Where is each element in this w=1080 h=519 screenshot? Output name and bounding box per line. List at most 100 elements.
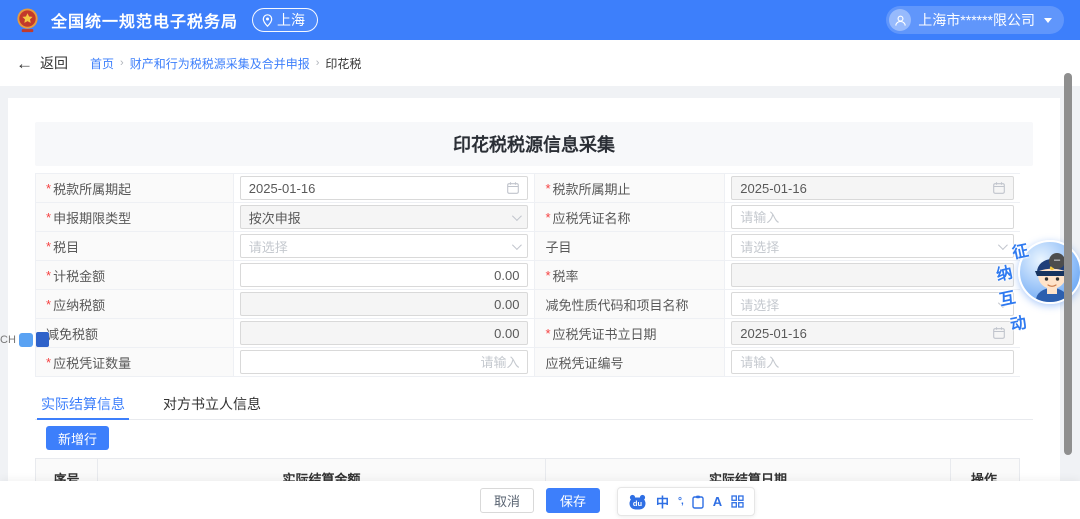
- app-title: 全国统一规范电子税务局: [51, 8, 238, 32]
- label-text: 应税凭证数量: [53, 353, 131, 372]
- voucher-quantity-input[interactable]: [249, 351, 520, 373]
- back-button[interactable]: 返回: [40, 53, 68, 73]
- chevron-down-icon: [1044, 18, 1052, 23]
- save-button[interactable]: 保存: [546, 488, 600, 513]
- detail-tabs: 实际结算信息 对方书立人信息: [35, 388, 1033, 420]
- field-cell: [234, 261, 536, 289]
- field-cell: 2025-01-16: [725, 174, 1020, 202]
- ime-voice-icon[interactable]: °,: [678, 496, 683, 507]
- chevron-down-icon: [512, 211, 522, 221]
- required-marker: *: [545, 210, 550, 225]
- ime-keyboard-icon[interactable]: [19, 333, 33, 347]
- select-placeholder: 请选择: [740, 295, 779, 314]
- ime-clipboard-icon[interactable]: [692, 495, 704, 509]
- form-row: *应税凭证数量 应税凭证编号: [36, 348, 1020, 377]
- back-arrow-icon[interactable]: ←: [16, 55, 33, 72]
- tab-actual-settlement-info[interactable]: 实际结算信息: [41, 388, 125, 419]
- field-cell: [234, 348, 536, 376]
- tax-rate-field: [731, 263, 1014, 287]
- page-root: 全国统一规范电子税务局 上海 上海市******限公司 ← 返回 首页: [0, 0, 1080, 519]
- field-cell: 2025-01-16: [234, 174, 536, 202]
- select-value: 按次申报: [249, 208, 301, 227]
- user-account-menu[interactable]: 上海市******限公司: [886, 6, 1064, 34]
- field-value: 0.00: [494, 297, 519, 312]
- required-marker: *: [46, 297, 51, 312]
- reduction-amount-field: 0.00: [240, 321, 529, 345]
- svg-text:du: du: [633, 499, 643, 508]
- field-cell: 请选择: [725, 232, 1020, 260]
- form-row: *申报期限类型 按次申报 *应税凭证名称: [36, 203, 1020, 232]
- voucher-number-input[interactable]: [740, 351, 1005, 373]
- breadcrumb-separator: ›: [120, 57, 124, 69]
- label-text: 减免性质代码和项目名称: [545, 295, 688, 314]
- label-text: 应税凭证名称: [553, 208, 631, 227]
- field-label-tax-rate: *税率: [535, 261, 725, 289]
- title-band: 印花税税源信息采集: [35, 122, 1033, 166]
- tax-payable-field: 0.00: [240, 292, 529, 316]
- ime-grid-icon[interactable]: [731, 495, 744, 508]
- reduction-code-select[interactable]: 请选择: [731, 292, 1014, 316]
- assistant-minimize-button[interactable]: –: [1049, 253, 1065, 269]
- field-label-reduction-amount: 减免税额: [36, 319, 234, 347]
- filing-period-type-select: 按次申报: [240, 205, 529, 229]
- chevron-down-icon: [512, 240, 522, 250]
- required-marker: *: [545, 268, 550, 283]
- field-label-voucher-date: *应税凭证书立日期: [535, 319, 725, 347]
- tax-period-start-datepicker[interactable]: 2025-01-16: [240, 176, 529, 200]
- ime-chinese-mode-icon[interactable]: 中: [656, 492, 669, 511]
- location-label: 上海: [277, 10, 305, 30]
- calendar-icon: [507, 182, 519, 194]
- field-label-voucher-name: *应税凭证名称: [535, 203, 725, 231]
- label-text: 应税凭证书立日期: [553, 324, 657, 343]
- field-cell: 0.00: [234, 319, 536, 347]
- tax-period-end-datepicker: 2025-01-16: [731, 176, 1014, 200]
- ime-mode-icon[interactable]: [36, 332, 49, 347]
- required-marker: *: [46, 210, 51, 225]
- breadcrumb-bar: ← 返回 首页 › 财产和行为税税源采集及合并申报 › 印花税: [0, 40, 1080, 86]
- field-label-tax-item: *税目: [36, 232, 234, 260]
- ime-logo-icon[interactable]: du: [628, 494, 647, 510]
- voucher-quantity-field-wrap: [240, 350, 529, 374]
- tab-counterparty-writer-info[interactable]: 对方书立人信息: [163, 388, 261, 419]
- taxable-amount-field-wrap: [240, 263, 529, 287]
- assistant-label-char: 动: [1008, 309, 1029, 336]
- label-text: 申报期限类型: [53, 208, 131, 227]
- field-label-tax-period-start: *税款所属期起: [36, 174, 234, 202]
- form-row: *税款所属期起 2025-01-16 *税款所属期止 2025-01-16: [36, 174, 1020, 203]
- select-placeholder: 请选择: [249, 237, 288, 256]
- ime-font-icon[interactable]: A: [713, 494, 722, 509]
- taxable-amount-input[interactable]: [249, 264, 520, 286]
- sub-item-select[interactable]: 请选择: [731, 234, 1014, 258]
- voucher-name-input[interactable]: [740, 206, 1005, 228]
- main-card: 印花税税源信息采集 *税款所属期起 2025-01-16 *税款所属期止 202…: [8, 98, 1060, 519]
- form-row: *计税金额 *税率: [36, 261, 1020, 290]
- location-switcher[interactable]: 上海: [252, 8, 318, 32]
- field-label-tax-period-end: *税款所属期止: [535, 174, 725, 202]
- ime-language-label: CH: [0, 334, 16, 346]
- breadcrumb: 首页 › 财产和行为税税源采集及合并申报 › 印花税: [90, 55, 361, 72]
- required-marker: *: [46, 239, 51, 254]
- breadcrumb-home[interactable]: 首页: [90, 55, 114, 72]
- ime-language-indicator: CH: [0, 332, 49, 347]
- field-cell: [725, 348, 1020, 376]
- field-cell: [725, 261, 1020, 289]
- add-row-button[interactable]: 新增行: [46, 426, 109, 450]
- field-label-tax-payable: *应纳税额: [36, 290, 234, 318]
- field-label-sub-item: 子目: [535, 232, 725, 260]
- form-row: *税目 请选择 子目 请选择: [36, 232, 1020, 261]
- field-label-taxable-amount: *计税金额: [36, 261, 234, 289]
- field-value: 0.00: [494, 326, 519, 341]
- tax-item-select[interactable]: 请选择: [240, 234, 529, 258]
- form-row: *应纳税额 0.00 减免性质代码和项目名称 请选择: [36, 290, 1020, 319]
- vertical-scrollbar-thumb[interactable]: [1064, 73, 1072, 455]
- required-marker: *: [46, 268, 51, 283]
- assistant-label-char: 纳: [994, 259, 1015, 286]
- breadcrumb-collection[interactable]: 财产和行为税税源采集及合并申报: [130, 55, 310, 72]
- cancel-button[interactable]: 取消: [480, 488, 534, 513]
- date-value: 2025-01-16: [740, 326, 807, 341]
- label-text: 税款所属期止: [553, 179, 631, 198]
- field-cell: [725, 203, 1020, 231]
- label-text: 税率: [553, 266, 579, 285]
- required-marker: *: [545, 326, 550, 341]
- ime-toolbar: du 中 °, A: [617, 487, 755, 516]
